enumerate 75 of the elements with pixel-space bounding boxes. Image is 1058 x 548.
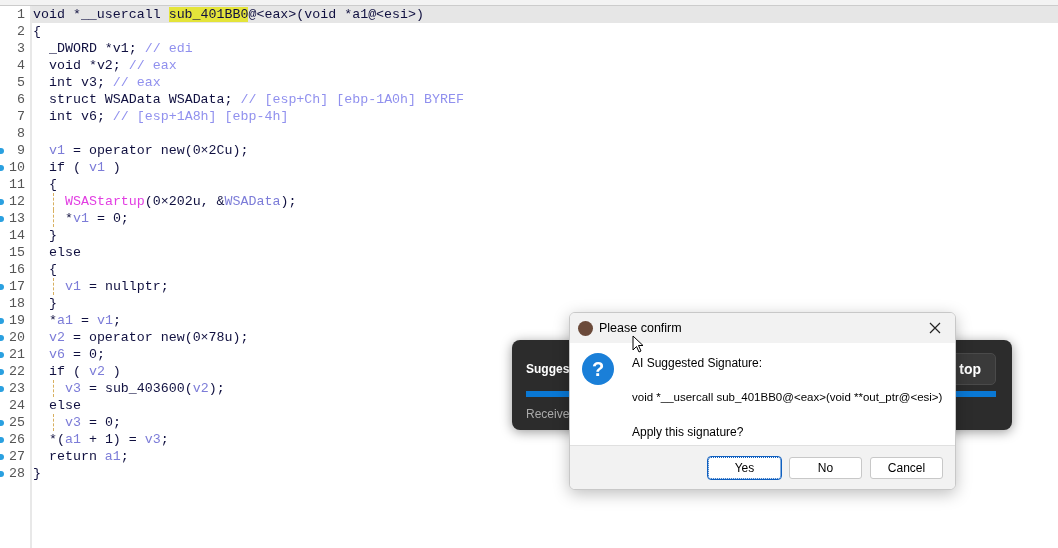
toast-status: Receive [526, 406, 571, 423]
code-line: else [49, 244, 81, 261]
line-number: 25 [9, 414, 25, 431]
code-row[interactable]: 3 _DWORD *v1; // edi [0, 40, 193, 57]
line-number: 21 [9, 346, 25, 363]
code-line: { [49, 176, 57, 193]
code-line: *a1 = v1; [49, 312, 121, 329]
code-row[interactable]: 4 void *v2; // eax [0, 57, 177, 74]
line-number: 7 [17, 108, 25, 125]
line-number: 5 [17, 74, 25, 91]
line-number: 17 [9, 278, 25, 295]
line-number: 28 [9, 465, 25, 482]
code-line: _DWORD *v1; // edi [49, 40, 193, 57]
code-line: else [49, 397, 81, 414]
line-number: 3 [17, 40, 25, 57]
line-number: 13 [9, 210, 25, 227]
close-icon [929, 322, 941, 334]
dialog-title: Please confirm [599, 319, 682, 337]
dialog-question: Apply this signature? [632, 424, 745, 442]
code-row[interactable]: 7 int v6; // [esp+1A8h] [ebp-4h] [0, 108, 289, 125]
line-number: 2 [17, 23, 25, 40]
code-row[interactable]: 5 int v3; // eax [0, 74, 161, 91]
line-number: 14 [9, 227, 25, 244]
code-line: return a1; [49, 448, 129, 465]
code-line: { [49, 261, 57, 278]
dialog-heading: AI Suggested Signature: [632, 355, 764, 372]
line-number: 6 [17, 91, 25, 108]
line-number: 18 [9, 295, 25, 312]
line-number: 9 [17, 142, 25, 159]
code-line: v3 = 0; [65, 414, 121, 431]
line-number: 27 [9, 448, 25, 465]
line-number: 19 [9, 312, 25, 329]
code-line: v6 = 0; [49, 346, 105, 363]
code-line: } [49, 295, 57, 312]
code-line: struct WSAData WSAData; // [esp+Ch] [ebp-1A0h] BYREF [49, 91, 464, 108]
cursor-icon [632, 335, 644, 354]
toast-title: Sugges [526, 361, 570, 378]
line-number: 22 [9, 363, 25, 380]
code-line: void *v2; // eax [49, 57, 177, 74]
line-number: 10 [9, 159, 25, 176]
question-icon: ? [582, 353, 614, 385]
app-icon [578, 320, 593, 336]
code-line: { [33, 23, 41, 40]
code-line: *v1 = 0; [65, 210, 129, 227]
indent-guide [53, 380, 54, 397]
code-line: WSAStartup(0×202u, &WSAData); [65, 193, 297, 210]
line-number: 16 [9, 261, 25, 278]
code-line: v1 = operator new(0×2Cu); [49, 142, 249, 159]
line-number: 20 [9, 329, 25, 346]
line-number: 24 [9, 397, 25, 414]
line-number: 11 [9, 176, 25, 193]
code-line: int v3; // eax [49, 74, 161, 91]
code-line: v3 = sub_403600(v2); [65, 380, 225, 397]
line-number: 4 [17, 57, 25, 74]
line-number: 23 [9, 380, 25, 397]
code-line: v2 = operator new(0×78u); [49, 329, 249, 346]
dialog-button[interactable]: No [789, 456, 862, 479]
code-line: if ( v1 ) [49, 159, 121, 176]
line-number: 15 [9, 244, 25, 261]
indent-guide [53, 414, 54, 431]
line-number: 12 [9, 193, 25, 210]
code-line: int v6; // [esp+1A8h] [ebp-4h] [49, 108, 289, 125]
code-line: *(a1 + 1) = v3; [49, 431, 169, 448]
code-line: if ( v2 ) [49, 363, 121, 380]
line-number: 1 [17, 6, 25, 23]
code-line: } [49, 227, 57, 244]
code-line: } [33, 465, 41, 482]
line-number: 26 [9, 431, 25, 448]
dialog-button[interactable]: Yes [708, 456, 781, 479]
code-row[interactable]: 6 struct WSAData WSAData; // [esp+Ch] [ebp-1A0h] BYREF [0, 91, 464, 108]
dialog-button[interactable]: Cancel [870, 456, 943, 479]
code-line: v1 = nullptr; [65, 278, 169, 295]
indent-guide [53, 278, 54, 295]
signature-text: void *__usercall sub_401BB0@<eax>(void **out_ptr@<esi>) [632, 390, 943, 405]
line-number: 8 [17, 125, 25, 142]
